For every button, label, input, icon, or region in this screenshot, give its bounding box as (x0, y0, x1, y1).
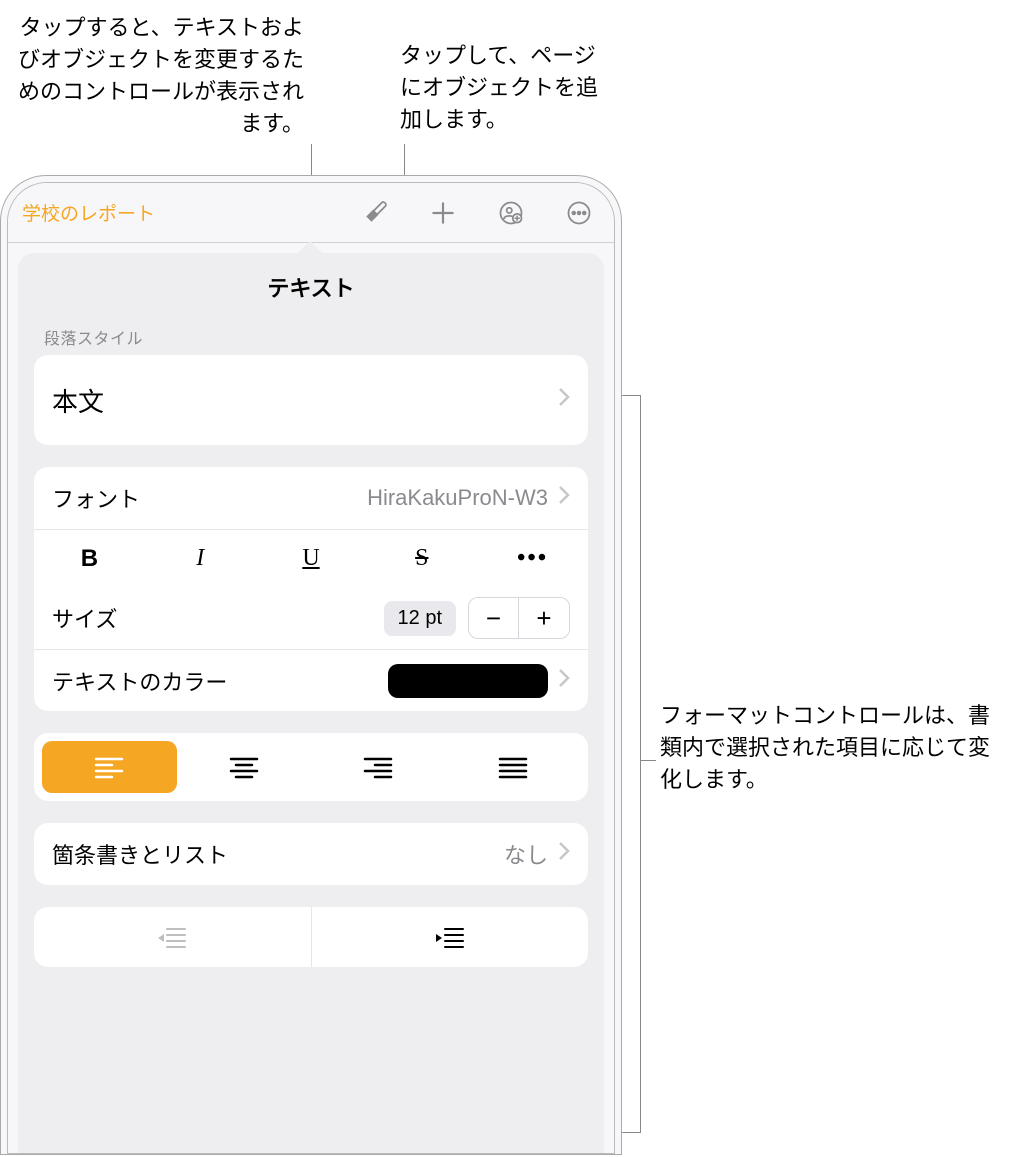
toolbar-icons (360, 198, 600, 228)
more-icon[interactable] (564, 198, 594, 228)
chevron-right-icon (558, 387, 570, 413)
paragraph-style-row[interactable]: 本文 (34, 355, 588, 445)
leader-line (620, 395, 640, 396)
font-label: フォント (52, 482, 140, 514)
size-value[interactable]: 12 pt (384, 601, 456, 636)
bullets-row[interactable]: 箇条書きとリスト なし (34, 823, 588, 885)
outdent-button[interactable] (34, 907, 311, 967)
more-styles-button[interactable]: ••• (477, 545, 588, 572)
text-color-row[interactable]: テキストのカラー (34, 649, 588, 711)
indent-button[interactable] (311, 907, 589, 967)
font-row[interactable]: フォント HiraKakuProN-W3 (34, 467, 588, 529)
size-decrease-button[interactable]: − (469, 598, 519, 638)
italic-button[interactable]: I (145, 545, 256, 572)
format-brush-icon[interactable] (360, 198, 390, 228)
align-left-button[interactable] (42, 741, 177, 793)
indent-card (34, 907, 588, 967)
size-stepper: − + (468, 597, 570, 639)
chevron-right-icon (558, 668, 570, 694)
callout-format: タップすると、テキストおよびオブジェクトを変更するためのコントロールが表示されま… (14, 12, 304, 140)
bold-button[interactable]: B (34, 545, 145, 573)
size-row: サイズ 12 pt − + (34, 587, 588, 649)
paragraph-style-value: 本文 (52, 382, 104, 419)
underline-button[interactable]: U (256, 545, 367, 572)
document-title[interactable]: 学校のレポート (22, 199, 155, 226)
align-justify-button[interactable] (446, 741, 581, 793)
insert-plus-icon[interactable] (428, 198, 458, 228)
callout-controls: フォーマットコントロールは、書類内で選択された項目に応じて変化します。 (660, 700, 1005, 796)
text-color-label: テキストのカラー (52, 665, 227, 697)
font-value: HiraKakuProN-W3 (367, 485, 548, 511)
size-label: サイズ (52, 602, 117, 634)
size-increase-button[interactable]: + (519, 598, 569, 638)
bullets-card: 箇条書きとリスト なし (34, 823, 588, 885)
device-frame: 学校のレポート (0, 175, 622, 1155)
bullets-label: 箇条書きとリスト (52, 838, 228, 870)
toolbar: 学校のレポート (8, 183, 614, 243)
paragraph-style-section-label: 段落スタイル (18, 325, 604, 355)
leader-line (640, 395, 641, 1133)
collaborate-icon[interactable] (496, 198, 526, 228)
strikethrough-button[interactable]: S (366, 545, 477, 572)
font-card: フォント HiraKakuProN-W3 B I U S ••• サイズ 12 … (34, 467, 588, 711)
format-panel: テキスト 段落スタイル 本文 フォント HiraKakuProN-W3 B I (18, 253, 604, 1153)
text-color-swatch (388, 664, 548, 698)
leader-line (311, 144, 312, 176)
panel-title: テキスト (18, 271, 604, 303)
device-screen: 学校のレポート (7, 182, 615, 1154)
bullets-value: なし (504, 838, 548, 870)
text-style-row: B I U S ••• (34, 529, 588, 587)
align-center-button[interactable] (177, 741, 312, 793)
chevron-right-icon (558, 841, 570, 867)
chevron-right-icon (558, 485, 570, 511)
leader-line (640, 760, 656, 761)
paragraph-style-card: 本文 (34, 355, 588, 445)
leader-line (404, 144, 405, 176)
align-right-button[interactable] (311, 741, 446, 793)
alignment-segment (34, 733, 588, 801)
callout-insert: タップして、ページにオブジェクトを追加します。 (400, 40, 615, 136)
leader-line (620, 1132, 640, 1133)
